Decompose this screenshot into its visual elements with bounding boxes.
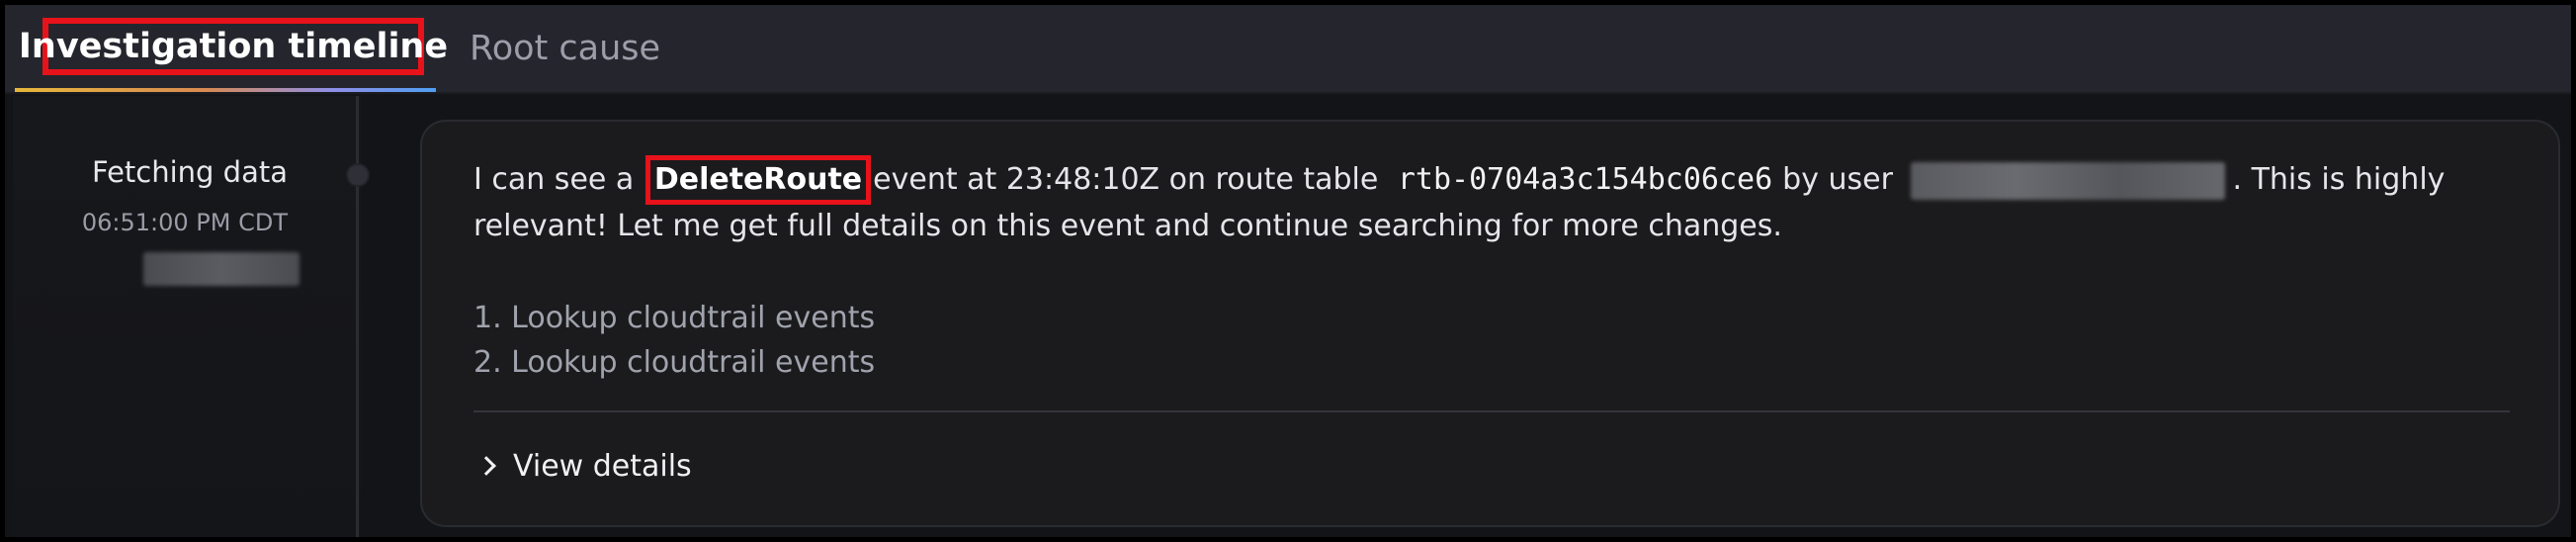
delete-route-highlight: DeleteRoute — [644, 155, 872, 205]
redacted-user-name — [143, 252, 300, 286]
message-text-1: I can see a — [473, 162, 635, 197]
tab-root-cause[interactable]: Root cause — [470, 5, 660, 92]
timeline-step-title: Fetching data — [91, 155, 288, 189]
tab-investigation-timeline-label: Investigation timeline — [19, 18, 448, 75]
list-item: 1. Lookup cloudtrail events — [473, 301, 876, 335]
screenshot-frame: Investigation timeline Root cause Fetchi… — [0, 0, 2576, 542]
timeline-entry-card: I can see a DeleteRoute event at 23:48:10… — [420, 120, 2560, 527]
tab-bar: Investigation timeline Root cause — [5, 5, 2571, 93]
timeline-node-dot — [346, 163, 370, 187]
chevron-right-icon — [476, 456, 496, 476]
tab-investigation-timeline[interactable]: Investigation timeline — [15, 5, 448, 92]
redacted-user-identifier — [1910, 161, 2225, 200]
agent-message: I can see a DeleteRoute event at 23:48:10… — [473, 155, 2530, 248]
card-divider — [473, 410, 2510, 412]
view-details-label: View details — [513, 448, 692, 484]
message-text-2: event at 23:48:10Z on route table — [873, 162, 1379, 197]
route-table-id: rtb-0704a3c154bc06ce6 — [1397, 162, 1773, 197]
timeline-step-time: 06:51:00 PM CDT — [81, 209, 288, 236]
tab-bar-divider — [5, 92, 2571, 94]
tab-root-cause-label: Root cause — [470, 29, 661, 68]
view-details-toggle[interactable]: View details — [473, 444, 692, 488]
action-steps-list: 1. Lookup cloudtrail events 2. Lookup cl… — [473, 296, 875, 385]
message-text-3: by user — [1782, 162, 1893, 197]
list-item: 2. Lookup cloudtrail events — [473, 345, 876, 380]
